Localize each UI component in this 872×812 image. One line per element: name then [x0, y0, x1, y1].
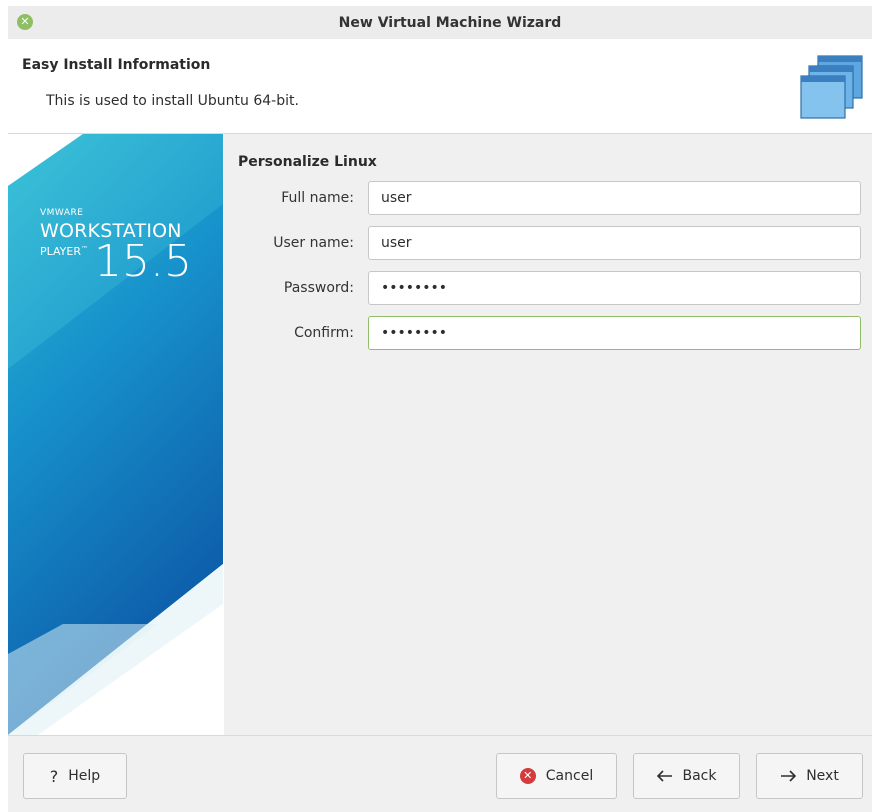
- section-title: Personalize Linux: [238, 154, 377, 170]
- page-title: Easy Install Information: [22, 57, 211, 73]
- product-banner: VMWARE WORKSTATION PLAYER ™ 15.5: [8, 134, 223, 735]
- form-panel: Personalize Linux Full name: User name: …: [224, 134, 872, 735]
- brand-version: 15.5: [94, 236, 192, 287]
- brand-edition: PLAYER: [40, 245, 81, 258]
- close-icon[interactable]: ✕: [17, 14, 33, 30]
- next-button[interactable]: Next: [756, 753, 863, 799]
- user-name-label: User name:: [273, 235, 354, 251]
- full-name-label: Full name:: [281, 190, 354, 206]
- help-button[interactable]: ? Help: [23, 753, 127, 799]
- brand-vendor: VMWARE: [40, 208, 84, 218]
- brand-trademark: ™: [81, 245, 88, 253]
- password-label: Password:: [283, 280, 354, 296]
- question-icon: ?: [49, 766, 59, 786]
- back-button-label: Back: [682, 768, 717, 784]
- help-button-label: Help: [68, 768, 101, 784]
- title-bar: ✕ New Virtual Machine Wizard: [8, 6, 872, 39]
- next-button-label: Next: [806, 768, 839, 784]
- page-subtitle: This is used to install Ubuntu 64-bit.: [46, 93, 299, 109]
- confirm-password-input[interactable]: [368, 316, 861, 350]
- password-row: Password:: [224, 271, 872, 307]
- user-name-input[interactable]: [368, 226, 861, 260]
- password-input[interactable]: [368, 271, 861, 305]
- confirm-label: Confirm:: [294, 325, 354, 341]
- full-name-input[interactable]: [368, 181, 861, 215]
- confirm-row: Confirm:: [224, 316, 872, 352]
- cancel-button[interactable]: ✕ Cancel: [496, 753, 617, 799]
- arrow-right-icon: [780, 770, 797, 782]
- wizard-footer: ? Help ✕ Cancel Back Next: [8, 735, 872, 812]
- window-title: New Virtual Machine Wizard: [338, 14, 562, 31]
- stacked-windows-icon: [800, 55, 863, 119]
- user-name-row: User name:: [224, 226, 872, 262]
- arrow-left-icon: [656, 770, 673, 782]
- cancel-icon: ✕: [519, 768, 536, 784]
- full-name-row: Full name:: [224, 181, 872, 217]
- cancel-button-label: Cancel: [545, 768, 594, 784]
- wizard-header: Easy Install Information This is used to…: [8, 40, 872, 134]
- brand-logo: VMWARE WORKSTATION PLAYER ™ 15.5: [40, 208, 192, 287]
- back-button[interactable]: Back: [633, 753, 740, 799]
